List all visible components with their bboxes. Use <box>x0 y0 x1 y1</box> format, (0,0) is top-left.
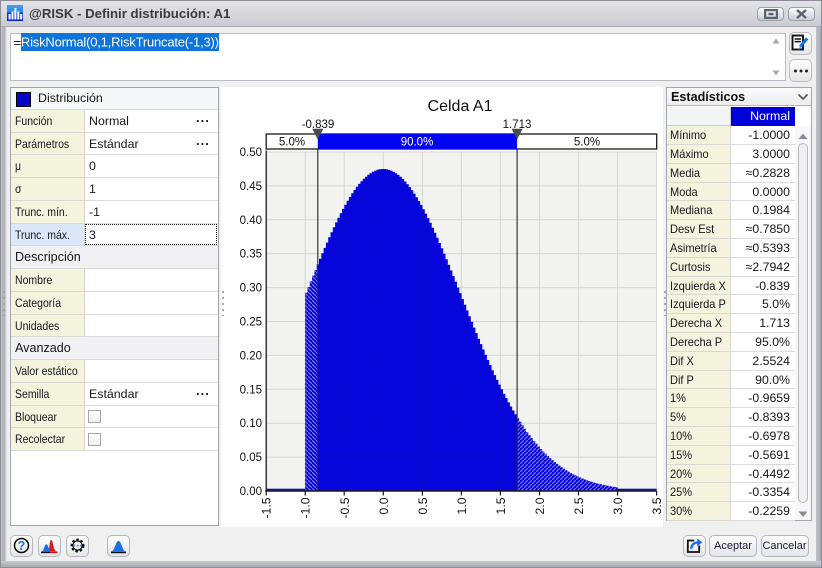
svg-text:0.05: 0.05 <box>240 452 262 464</box>
svg-text:0.25: 0.25 <box>240 317 262 329</box>
svg-text:0.40: 0.40 <box>240 215 262 227</box>
svg-text:1.5: 1.5 <box>494 497 508 514</box>
svg-text:5.0%: 5.0% <box>574 137 600 149</box>
svg-text:2.5: 2.5 <box>572 497 586 514</box>
svg-text:3.0: 3.0 <box>611 497 625 514</box>
svg-text:-1.5: -1.5 <box>260 497 274 518</box>
svg-text:3.5: 3.5 <box>650 497 664 514</box>
svg-text:0.50: 0.50 <box>240 147 262 159</box>
svg-text:Celda A1: Celda A1 <box>428 98 493 115</box>
svg-text:0.0: 0.0 <box>377 497 391 514</box>
svg-text:0.30: 0.30 <box>240 283 262 295</box>
svg-text:0.5: 0.5 <box>416 497 430 514</box>
svg-text:0.45: 0.45 <box>240 181 262 193</box>
svg-text:1.0: 1.0 <box>455 497 469 514</box>
svg-text:0.15: 0.15 <box>240 384 262 396</box>
svg-text:0.35: 0.35 <box>240 249 262 261</box>
svg-text:90.0%: 90.0% <box>401 137 434 149</box>
svg-text:0.10: 0.10 <box>240 418 262 430</box>
svg-text:0.00: 0.00 <box>240 486 262 498</box>
svg-text:5.0%: 5.0% <box>279 137 305 149</box>
svg-text:0.20: 0.20 <box>240 350 262 362</box>
svg-text:2.0: 2.0 <box>533 497 547 514</box>
svg-text:-1.0: -1.0 <box>299 497 313 518</box>
svg-text:?: ? <box>18 539 26 553</box>
svg-text:-0.5: -0.5 <box>338 497 352 518</box>
